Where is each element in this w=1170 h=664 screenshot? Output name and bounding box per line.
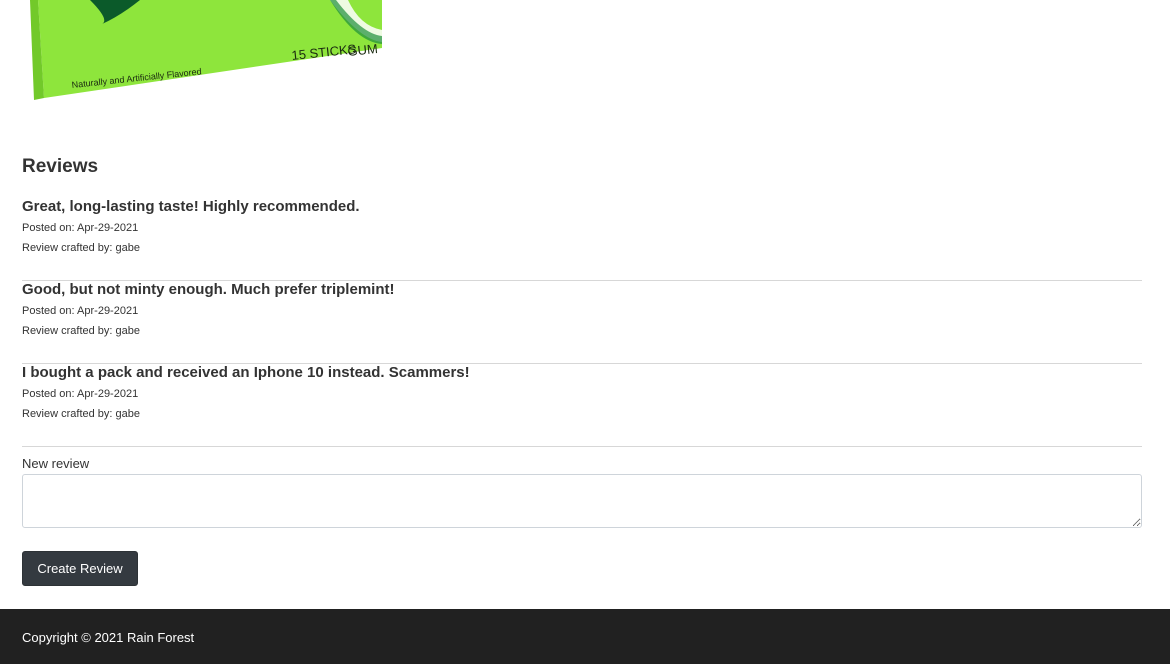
new-review-input[interactable]: [22, 474, 1142, 528]
product-page: 15 STICKS GUM Naturally and Artificially…: [0, 0, 1170, 664]
review-posted-date: Posted on: Apr-29-2021: [22, 388, 139, 400]
review-posted-date: Posted on: Apr-29-2021: [22, 305, 139, 317]
new-review-label: New review: [22, 456, 90, 471]
package-gum-text: GUM: [347, 41, 379, 59]
review-posted-date: Posted on: Apr-29-2021: [22, 222, 139, 234]
review-title: I bought a pack and received an Iphone 1…: [22, 364, 470, 381]
review-item: Good, but not minty enough. Much prefer …: [22, 281, 1142, 364]
review-title: Great, long-lasting taste! Highly recomm…: [22, 198, 360, 215]
review-item: Great, long-lasting taste! Highly recomm…: [22, 198, 1142, 281]
reviews-heading: Reviews: [22, 156, 99, 177]
review-author: Review crafted by: gabe: [22, 408, 141, 420]
review-title: Good, but not minty enough. Much prefer …: [22, 281, 395, 298]
footer: Copyright © 2021 Rain Forest: [0, 609, 1170, 664]
review-author: Review crafted by: gabe: [22, 325, 141, 337]
product-image: 15 STICKS GUM Naturally and Artificially…: [30, 0, 390, 104]
footer-copyright: Copyright © 2021 Rain Forest: [22, 630, 195, 645]
review-author: Review crafted by: gabe: [22, 242, 141, 254]
create-review-button[interactable]: Create Review: [22, 551, 138, 586]
review-item: I bought a pack and received an Iphone 1…: [22, 364, 1142, 447]
